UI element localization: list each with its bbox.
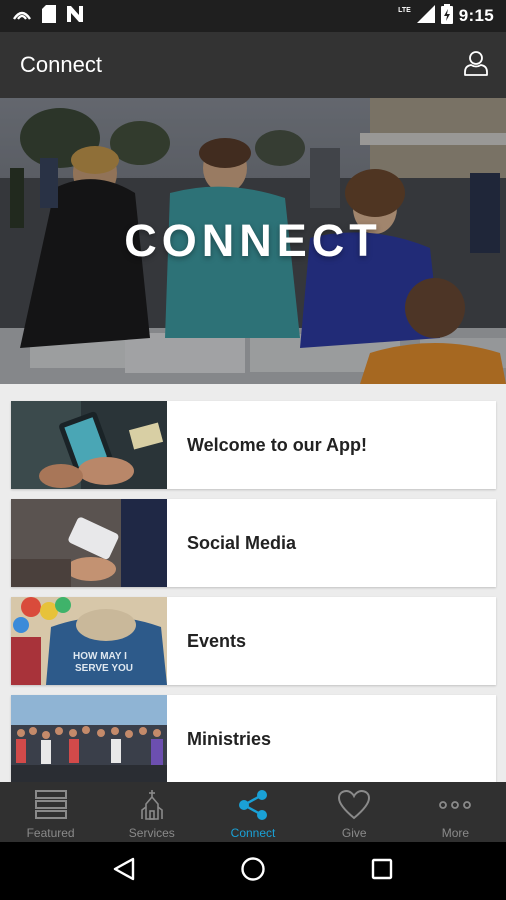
- tab-label: Give: [341, 826, 367, 840]
- phone-hand-image: [11, 499, 167, 587]
- tab-label: Services: [128, 826, 175, 840]
- svg-text:SERVE YOU: SERVE YOU: [75, 663, 133, 674]
- tab-more[interactable]: More: [405, 782, 506, 842]
- list-item-label: Events: [187, 630, 247, 651]
- hero-title: CONNECT: [124, 215, 382, 266]
- church-icon: [135, 788, 169, 822]
- user-icon: [462, 49, 490, 82]
- profile-button[interactable]: [460, 49, 492, 81]
- system-nav-bar: [0, 842, 506, 900]
- more-dots-icon: [438, 788, 472, 822]
- signal-icon: [416, 4, 435, 28]
- volunteer-hoodie-image: HOW MAY I SERVE YOU: [11, 597, 167, 685]
- phone-hands-image: [11, 401, 167, 489]
- list-item-ministries[interactable]: Ministries: [11, 695, 496, 782]
- list-item-social-media[interactable]: Social Media: [11, 499, 496, 587]
- battery-icon: [440, 3, 453, 29]
- tab-label: Connect: [230, 826, 276, 840]
- share-icon: [236, 788, 270, 822]
- tab-featured[interactable]: Featured: [0, 782, 101, 842]
- back-button[interactable]: [104, 851, 144, 891]
- hero-banner: CONNECT: [0, 98, 506, 384]
- status-time: 9:15: [458, 6, 494, 25]
- stack-icon: [34, 788, 68, 822]
- connect-list[interactable]: Welcome to our App! Social Media HOW MAY…: [0, 384, 506, 782]
- recents-button[interactable]: [362, 851, 402, 891]
- network-label: LTE: [398, 6, 411, 14]
- tab-connect[interactable]: Connect: [202, 782, 303, 842]
- list-item-welcome[interactable]: Welcome to our App!: [11, 401, 496, 489]
- tab-label: Featured: [26, 826, 75, 840]
- tab-services[interactable]: Services: [101, 782, 202, 842]
- list-item-label: Social Media: [187, 532, 297, 553]
- crowd-image: [11, 695, 167, 782]
- list-item-events[interactable]: HOW MAY I SERVE YOU Events: [11, 597, 496, 685]
- tab-label: More: [441, 826, 470, 840]
- bottom-tab-bar: Featured Services Connect Give More: [0, 782, 506, 842]
- back-triangle-icon: [113, 857, 135, 886]
- cast-icon: [12, 7, 32, 26]
- home-circle-icon: [240, 856, 266, 887]
- recents-square-icon: [371, 858, 393, 885]
- status-bar: LTE 9:15: [0, 0, 506, 32]
- app-bar: Connect: [0, 32, 506, 98]
- sd-card-icon: [42, 4, 56, 28]
- svg-text:HOW MAY I: HOW MAY I: [73, 651, 127, 662]
- list-item-label: Ministries: [187, 728, 272, 749]
- home-button[interactable]: [233, 851, 273, 891]
- list-item-label: Welcome to our App!: [187, 434, 367, 455]
- page-title: Connect: [20, 52, 102, 77]
- heart-icon: [337, 788, 371, 822]
- n-icon: [66, 5, 84, 28]
- tab-give[interactable]: Give: [304, 782, 405, 842]
